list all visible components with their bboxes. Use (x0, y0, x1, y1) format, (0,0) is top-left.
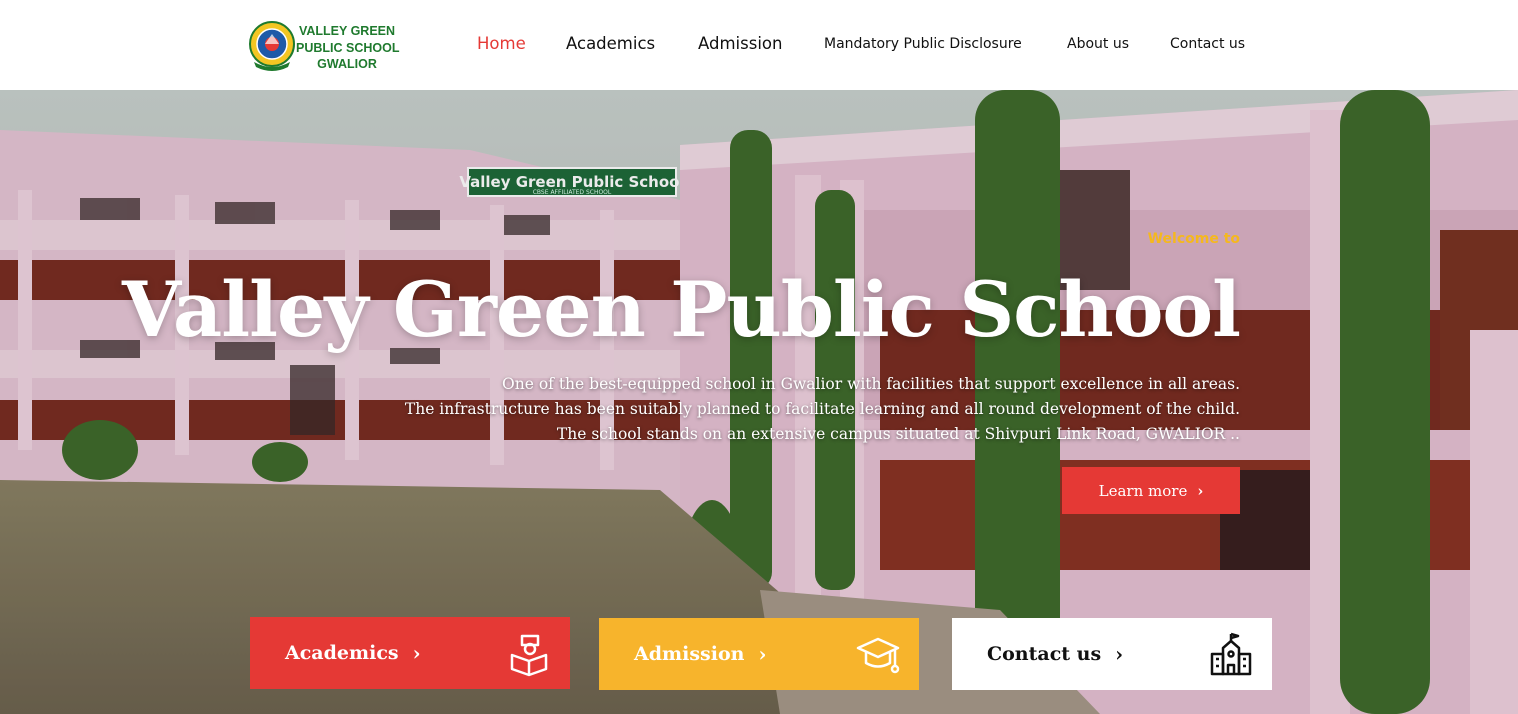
nav-about-us[interactable]: About us (1067, 36, 1129, 58)
nav-admission[interactable]: Admission (698, 34, 782, 56)
student-books-icon (510, 634, 548, 677)
academics-card[interactable]: Academics › (250, 617, 570, 689)
learn-more-label: Learn more (1098, 481, 1188, 500)
hero-title: Valley Green Public School (121, 265, 1241, 354)
brand-line-3: GWALIOR (317, 57, 377, 71)
brand-line-1: VALLEY GREEN (298, 24, 396, 38)
hero-description-line-1: One of the best-equipped school in Gwali… (502, 375, 1240, 393)
school-building-icon (1210, 632, 1252, 676)
hero-description: One of the best-equipped school in Gwali… (405, 372, 1240, 447)
nav-home[interactable]: Home (477, 34, 526, 56)
school-emblem-icon[interactable] (248, 20, 296, 72)
nav-mandatory-public-disclosure[interactable]: Mandatory Public Disclosure (824, 36, 1022, 58)
chevron-right-icon: › (412, 641, 421, 665)
chevron-right-icon: › (758, 642, 767, 666)
hero-banner: Valley Green Public School CBSE AFFILIAT… (0, 90, 1518, 714)
admission-card-label: Admission (634, 643, 745, 665)
site-header: VALLEY GREEN PUBLIC SCHOOL GWALIOR Home … (0, 0, 1518, 90)
chevron-right-icon: › (1197, 481, 1204, 500)
graduation-cap-icon (856, 637, 900, 674)
hero-description-line-2: The infrastructure has been suitably pla… (404, 400, 1240, 418)
contact-us-card[interactable]: Contact us › (952, 618, 1272, 690)
nav-academics[interactable]: Academics (566, 34, 655, 56)
nav-contact-us[interactable]: Contact us (1170, 36, 1245, 58)
contact-us-card-label: Contact us (987, 643, 1102, 665)
learn-more-button[interactable]: Learn more › (1062, 467, 1240, 514)
welcome-tagline: Welcome to (1147, 231, 1240, 247)
brand-name[interactable]: VALLEY GREEN PUBLIC SCHOOL GWALIOR (296, 23, 400, 73)
admission-card[interactable]: Admission › (599, 618, 919, 690)
chevron-right-icon: › (1115, 642, 1124, 666)
hero-description-line-3: The school stands on an extensive campus… (556, 425, 1240, 443)
brand-line-2: PUBLIC SCHOOL (296, 40, 400, 55)
academics-card-label: Academics (285, 642, 399, 664)
